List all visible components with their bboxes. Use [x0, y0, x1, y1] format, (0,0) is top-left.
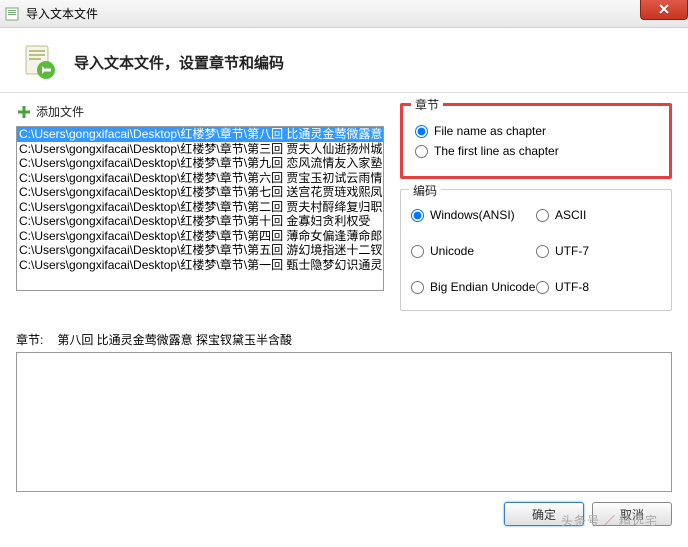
file-list-item[interactable]: C:\Users\gongxifacai\Desktop\红楼梦\章节\第八回 …: [17, 127, 383, 142]
radio-filename-as-chapter[interactable]: File name as chapter: [415, 124, 657, 138]
file-list-item[interactable]: C:\Users\gongxifacai\Desktop\红楼梦\章节\第五回 …: [17, 243, 383, 258]
file-list[interactable]: C:\Users\gongxifacai\Desktop\红楼梦\章节\第八回 …: [16, 126, 384, 291]
dialog-footer: 确定 取消: [0, 492, 688, 536]
radio-firstline-as-chapter[interactable]: The first line as chapter: [415, 144, 657, 158]
radio-input[interactable]: [411, 245, 424, 258]
file-list-item[interactable]: C:\Users\gongxifacai\Desktop\红楼梦\章节\第三回 …: [17, 142, 383, 157]
radio-input[interactable]: [536, 281, 549, 294]
encoding-group-title: 编码: [409, 182, 441, 199]
radio-utf7[interactable]: UTF-7: [536, 244, 661, 258]
file-list-item[interactable]: C:\Users\gongxifacai\Desktop\红楼梦\章节\第二回 …: [17, 200, 383, 215]
add-file-button[interactable]: 添加文件: [16, 103, 386, 120]
radio-input[interactable]: [536, 245, 549, 258]
file-list-item[interactable]: C:\Users\gongxifacai\Desktop\红楼梦\章节\第六回 …: [17, 171, 383, 186]
radio-big-endian-unicode[interactable]: Big Endian Unicode: [411, 280, 536, 294]
chapter-preview-row: 章节: 第八回 比通灵金莺微露意 探宝钗黛玉半含酸: [0, 321, 688, 352]
encoding-group: 编码 Windows(ANSI) ASCII Unicode UTF-7 Big…: [400, 189, 672, 311]
file-list-item[interactable]: C:\Users\gongxifacai\Desktop\红楼梦\章节\第七回 …: [17, 185, 383, 200]
titlebar-title: 导入文本文件: [26, 5, 98, 22]
titlebar: 导入文本文件: [0, 0, 688, 28]
chapter-value: 第八回 比通灵金莺微露意 探宝钗黛玉半含酸: [57, 331, 292, 348]
cancel-button[interactable]: 取消: [592, 502, 672, 526]
ok-button[interactable]: 确定: [504, 502, 584, 526]
radio-unicode[interactable]: Unicode: [411, 244, 536, 258]
radio-input[interactable]: [536, 209, 549, 222]
plus-icon: [16, 104, 32, 120]
chapter-label: 章节:: [16, 331, 43, 348]
dialog-title: 导入文本文件，设置章节和编码: [74, 52, 284, 73]
radio-utf8[interactable]: UTF-8: [536, 280, 661, 294]
preview-textarea[interactable]: [16, 352, 672, 492]
radio-ascii[interactable]: ASCII: [536, 208, 661, 222]
close-button[interactable]: [640, 0, 688, 20]
radio-windows-ansi[interactable]: Windows(ANSI): [411, 208, 536, 222]
app-icon: [4, 6, 20, 22]
file-list-item[interactable]: C:\Users\gongxifacai\Desktop\红楼梦\章节\第一回 …: [17, 258, 383, 273]
file-list-item[interactable]: C:\Users\gongxifacai\Desktop\红楼梦\章节\第九回 …: [17, 156, 383, 171]
radio-input[interactable]: [415, 125, 428, 138]
file-list-item[interactable]: C:\Users\gongxifacai\Desktop\红楼梦\章节\第十回 …: [17, 214, 383, 229]
chapter-group: 章节 File name as chapter The first line a…: [400, 103, 672, 179]
radio-input[interactable]: [411, 281, 424, 294]
dialog-header: 导入文本文件，设置章节和编码: [0, 28, 688, 93]
file-list-item[interactable]: C:\Users\gongxifacai\Desktop\红楼梦\章节\第四回 …: [17, 229, 383, 244]
chapter-group-title: 章节: [411, 96, 443, 113]
add-file-label: 添加文件: [36, 103, 84, 120]
import-icon: [20, 42, 60, 82]
radio-input[interactable]: [415, 145, 428, 158]
radio-input[interactable]: [411, 209, 424, 222]
